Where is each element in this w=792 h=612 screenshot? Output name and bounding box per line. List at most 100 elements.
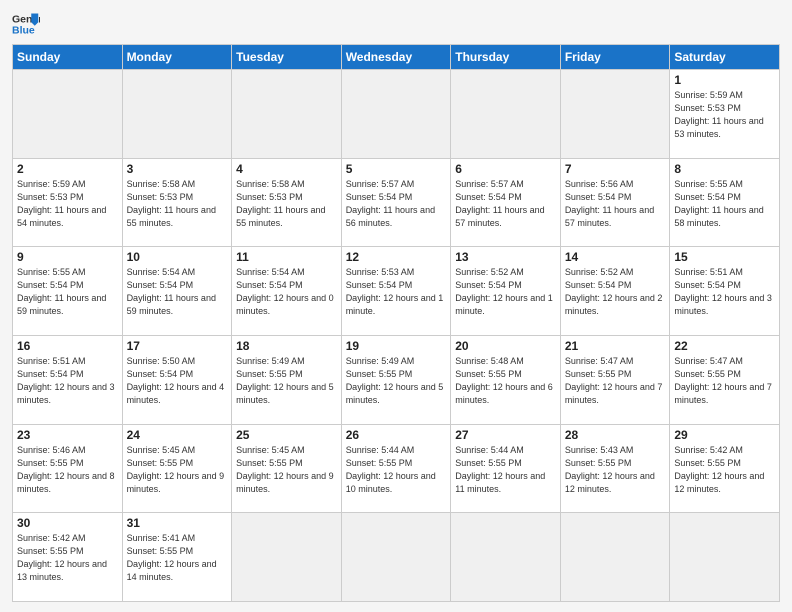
week-row-1: 2Sunrise: 5:59 AM Sunset: 5:53 PM Daylig… [13, 158, 780, 247]
day-info: Sunrise: 5:54 AM Sunset: 5:54 PM Dayligh… [127, 266, 228, 318]
calendar-cell [670, 513, 780, 602]
weekday-header-row: SundayMondayTuesdayWednesdayThursdayFrid… [13, 45, 780, 70]
calendar-cell: 5 Sunrise: 5:57 AM Sunset: 5:54 PM Daylig… [341, 158, 451, 247]
day-number: 20 [455, 339, 556, 353]
header: General Blue [12, 10, 780, 38]
calendar-cell: 18 Sunrise: 5:49 AM Sunset: 5:55 PM Dayli… [232, 335, 342, 424]
calendar-cell [232, 70, 342, 159]
calendar-cell: 22Sunrise: 5:47 AM Sunset: 5:55 PM Dayli… [670, 335, 780, 424]
day-number: 23 [17, 428, 118, 442]
day-number: 14 [565, 250, 666, 264]
calendar-cell: 25Sunrise: 5:45 AM Sunset: 5:55 PM Dayli… [232, 424, 342, 513]
day-info: Sunrise: 5:59 AM Sunset: 5:53 PM Dayligh… [674, 89, 775, 141]
day-number: 1 [674, 73, 775, 87]
day-number: 24 [127, 428, 228, 442]
day-info: Sunrise: 5:44 AM Sunset: 5:55 PM Dayligh… [346, 444, 447, 496]
calendar-cell: 17Sunrise: 5:50 AM Sunset: 5:54 PM Dayli… [122, 335, 232, 424]
calendar-cell [341, 513, 451, 602]
day-info: Sunrise: 5:57 AM Sunset: 5:54 PM Dayligh… [455, 178, 556, 230]
calendar-cell: 27Sunrise: 5:44 AM Sunset: 5:55 PM Dayli… [451, 424, 561, 513]
day-info: Sunrise: 5:52 AM Sunset: 5:54 PM Dayligh… [455, 266, 556, 318]
day-number: 11 [236, 250, 337, 264]
weekday-header-sunday: Sunday [13, 45, 123, 70]
calendar-cell [451, 513, 561, 602]
day-number: 12 [346, 250, 447, 264]
day-info: Sunrise: 5:57 AM Sunset: 5:54 PM Dayligh… [346, 178, 447, 230]
day-info: Sunrise: 5:42 AM Sunset: 5:55 PM Dayligh… [17, 532, 118, 584]
day-number: 29 [674, 428, 775, 442]
calendar-cell [560, 513, 670, 602]
calendar-cell: 29 Sunrise: 5:42 AM Sunset: 5:55 PM Dayli… [670, 424, 780, 513]
day-info: Sunrise: 5:43 AM Sunset: 5:55 PM Dayligh… [565, 444, 666, 496]
calendar-cell: 23 Sunrise: 5:46 AM Sunset: 5:55 PM Dayli… [13, 424, 123, 513]
weekday-header-friday: Friday [560, 45, 670, 70]
week-row-4: 23 Sunrise: 5:46 AM Sunset: 5:55 PM Dayli… [13, 424, 780, 513]
weekday-header-saturday: Saturday [670, 45, 780, 70]
calendar-cell [560, 70, 670, 159]
generalblue-logo-icon: General Blue [12, 10, 40, 38]
day-info: Sunrise: 5:58 AM Sunset: 5:53 PM Dayligh… [127, 178, 228, 230]
calendar-cell: 6 Sunrise: 5:57 AM Sunset: 5:54 PM Daylig… [451, 158, 561, 247]
day-number: 6 [455, 162, 556, 176]
day-info: Sunrise: 5:52 AM Sunset: 5:54 PM Dayligh… [565, 266, 666, 318]
day-info: Sunrise: 5:48 AM Sunset: 5:55 PM Dayligh… [455, 355, 556, 407]
day-info: Sunrise: 5:58 AM Sunset: 5:53 PM Dayligh… [236, 178, 337, 230]
day-number: 8 [674, 162, 775, 176]
week-row-5: 30 Sunrise: 5:42 AM Sunset: 5:55 PM Dayli… [13, 513, 780, 602]
calendar-table: SundayMondayTuesdayWednesdayThursdayFrid… [12, 44, 780, 602]
day-number: 5 [346, 162, 447, 176]
day-info: Sunrise: 5:49 AM Sunset: 5:55 PM Dayligh… [236, 355, 337, 407]
day-info: Sunrise: 5:55 AM Sunset: 5:54 PM Dayligh… [674, 178, 775, 230]
day-number: 27 [455, 428, 556, 442]
day-info: Sunrise: 5:47 AM Sunset: 5:55 PM Dayligh… [565, 355, 666, 407]
calendar-cell: 2Sunrise: 5:59 AM Sunset: 5:53 PM Daylig… [13, 158, 123, 247]
calendar-cell: 12Sunrise: 5:53 AM Sunset: 5:54 PM Dayli… [341, 247, 451, 336]
day-info: Sunrise: 5:56 AM Sunset: 5:54 PM Dayligh… [565, 178, 666, 230]
calendar-cell: 7Sunrise: 5:56 AM Sunset: 5:54 PM Daylig… [560, 158, 670, 247]
day-info: Sunrise: 5:45 AM Sunset: 5:55 PM Dayligh… [127, 444, 228, 496]
weekday-header-monday: Monday [122, 45, 232, 70]
calendar-cell: 4 Sunrise: 5:58 AM Sunset: 5:53 PM Daylig… [232, 158, 342, 247]
calendar-cell: 1 Sunrise: 5:59 AM Sunset: 5:53 PM Daylig… [670, 70, 780, 159]
calendar-cell: 8 Sunrise: 5:55 AM Sunset: 5:54 PM Daylig… [670, 158, 780, 247]
calendar-cell: 11 Sunrise: 5:54 AM Sunset: 5:54 PM Dayli… [232, 247, 342, 336]
logo: General Blue [12, 10, 40, 38]
day-number: 10 [127, 250, 228, 264]
calendar-cell: 3 Sunrise: 5:58 AM Sunset: 5:53 PM Daylig… [122, 158, 232, 247]
calendar-cell: 19Sunrise: 5:49 AM Sunset: 5:55 PM Dayli… [341, 335, 451, 424]
calendar-cell [451, 70, 561, 159]
calendar-cell [341, 70, 451, 159]
day-number: 30 [17, 516, 118, 530]
day-number: 16 [17, 339, 118, 353]
day-number: 2 [17, 162, 118, 176]
calendar-cell: 10 Sunrise: 5:54 AM Sunset: 5:54 PM Dayli… [122, 247, 232, 336]
day-number: 15 [674, 250, 775, 264]
day-info: Sunrise: 5:54 AM Sunset: 5:54 PM Dayligh… [236, 266, 337, 318]
day-info: Sunrise: 5:41 AM Sunset: 5:55 PM Dayligh… [127, 532, 228, 584]
day-info: Sunrise: 5:49 AM Sunset: 5:55 PM Dayligh… [346, 355, 447, 407]
day-number: 4 [236, 162, 337, 176]
calendar-cell: 21 Sunrise: 5:47 AM Sunset: 5:55 PM Dayli… [560, 335, 670, 424]
day-info: Sunrise: 5:46 AM Sunset: 5:55 PM Dayligh… [17, 444, 118, 496]
day-number: 21 [565, 339, 666, 353]
calendar-cell: 14 Sunrise: 5:52 AM Sunset: 5:54 PM Dayli… [560, 247, 670, 336]
calendar-cell [122, 70, 232, 159]
day-number: 13 [455, 250, 556, 264]
day-number: 31 [127, 516, 228, 530]
weekday-header-thursday: Thursday [451, 45, 561, 70]
calendar-cell: 15Sunrise: 5:51 AM Sunset: 5:54 PM Dayli… [670, 247, 780, 336]
calendar-cell: 31 Sunrise: 5:41 AM Sunset: 5:55 PM Dayli… [122, 513, 232, 602]
day-number: 3 [127, 162, 228, 176]
week-row-2: 9Sunrise: 5:55 AM Sunset: 5:54 PM Daylig… [13, 247, 780, 336]
calendar-cell: 13 Sunrise: 5:52 AM Sunset: 5:54 PM Dayli… [451, 247, 561, 336]
calendar-cell: 16 Sunrise: 5:51 AM Sunset: 5:54 PM Dayli… [13, 335, 123, 424]
day-number: 26 [346, 428, 447, 442]
day-number: 9 [17, 250, 118, 264]
day-info: Sunrise: 5:42 AM Sunset: 5:55 PM Dayligh… [674, 444, 775, 496]
calendar-body: 1 Sunrise: 5:59 AM Sunset: 5:53 PM Daylig… [13, 70, 780, 602]
calendar-cell: 26 Sunrise: 5:44 AM Sunset: 5:55 PM Dayli… [341, 424, 451, 513]
day-info: Sunrise: 5:51 AM Sunset: 5:54 PM Dayligh… [17, 355, 118, 407]
week-row-0: 1 Sunrise: 5:59 AM Sunset: 5:53 PM Daylig… [13, 70, 780, 159]
day-number: 18 [236, 339, 337, 353]
svg-text:Blue: Blue [12, 25, 35, 37]
